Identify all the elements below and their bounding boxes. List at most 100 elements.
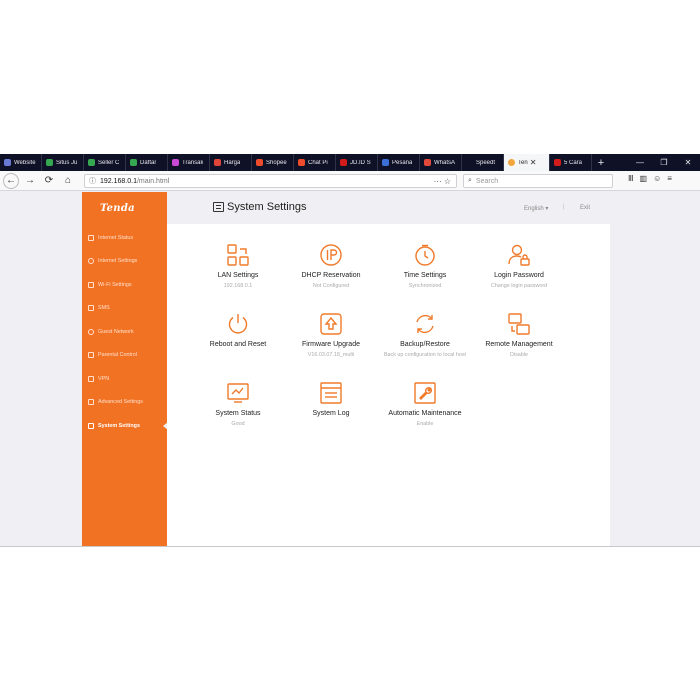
card-login-password[interactable]: Login Password Change login password <box>469 244 569 290</box>
minimize-icon[interactable]: — <box>628 154 652 171</box>
card-title: Remote Management <box>485 341 553 348</box>
vpn-icon <box>88 376 94 382</box>
favicon-icon <box>340 159 347 166</box>
sidebar-item-label: Internet Settings <box>98 258 138 264</box>
info-lock-icon[interactable]: ⓘ <box>89 176 96 186</box>
new-tab-button[interactable]: + <box>592 154 610 171</box>
tab-label: Daftar <box>140 159 157 166</box>
browser-tab[interactable]: Pesana <box>378 154 420 171</box>
advanced-icon <box>88 399 94 405</box>
sidebar-item-sms[interactable]: SMS <box>88 301 167 315</box>
search-input[interactable]: ⌕ Search <box>463 174 613 188</box>
card-subtitle: Enable <box>416 421 434 427</box>
page-background-left <box>0 192 82 547</box>
chevron-down-icon: ▾ <box>545 206 549 212</box>
tab-label: Transak <box>182 159 204 166</box>
search-icon: ⌕ <box>468 177 472 184</box>
browser-tab[interactable]: Website <box>0 154 42 171</box>
browser-tab[interactable]: WhatsA <box>420 154 462 171</box>
back-icon[interactable]: ← <box>3 172 19 189</box>
page-title: System Settings <box>227 201 307 213</box>
forward-icon[interactable]: → <box>22 173 38 189</box>
card-subtitle: Not Configured <box>312 283 350 289</box>
card-backup-restore[interactable]: Backup/Restore Back up configuration to … <box>375 313 475 359</box>
sidebar-item-label: Advanced Settings <box>98 399 143 405</box>
favicon-icon <box>424 159 431 166</box>
browser-tab[interactable]: Harga <box>210 154 252 171</box>
card-subtitle: Disable <box>510 352 528 358</box>
card-firmware-upgrade[interactable]: Firmware Upgrade V16.03.07.18_multi <box>281 313 381 359</box>
home-icon[interactable]: ⌂ <box>60 173 76 189</box>
card-remote-management[interactable]: Remote Management Disable <box>469 313 569 359</box>
sidebar-item-internet-status[interactable]: Internet Status <box>88 231 167 245</box>
browser-tab[interactable]: Daftar <box>126 154 168 171</box>
message-icon <box>88 305 94 311</box>
sidebar-item-system-settings[interactable]: System Settings <box>88 419 168 433</box>
language-select[interactable]: English ▾ <box>524 205 548 212</box>
browser-tab[interactable]: Speedt <box>462 154 504 171</box>
favicon-icon <box>214 159 221 166</box>
status-icon <box>88 235 94 241</box>
favicon-icon <box>382 159 389 166</box>
browser-tab[interactable]: Shopee <box>252 154 294 171</box>
sidebar-item-parental-control[interactable]: Parental Control <box>88 348 167 362</box>
exit-link[interactable]: Exit <box>580 205 590 211</box>
card-title: Automatic Maintenance <box>388 410 462 417</box>
browser-tab[interactable]: Situs Ju <box>42 154 84 171</box>
url-host: 192.168.0.1 <box>100 177 137 185</box>
close-tab-icon[interactable]: ✕ <box>530 158 537 167</box>
browser-tab[interactable]: Seller C <box>84 154 126 171</box>
card-dhcp-reservation[interactable]: DHCP Reservation Not Configured <box>281 244 381 290</box>
remote-icon <box>508 313 530 335</box>
tab-label: Website <box>14 159 36 166</box>
card-system-log[interactable]: System Log <box>281 382 381 420</box>
card-title: System Log <box>312 410 350 417</box>
sidebar-item-label: Guest Network <box>98 329 134 335</box>
page-actions-icon[interactable]: ··· ☆ <box>434 177 456 186</box>
window-bottom-edge <box>0 546 700 547</box>
browser-tab[interactable]: JD.ID S <box>336 154 378 171</box>
tenda-logo: Tenda <box>100 203 135 214</box>
sidebar-icon[interactable]: ▥ <box>640 174 648 183</box>
settings-sliders-icon <box>213 202 224 212</box>
sidebar-item-vpn[interactable]: VPN <box>88 372 167 386</box>
window-controls: — ❐ ✕ <box>628 154 700 171</box>
close-window-icon[interactable]: ✕ <box>676 154 700 171</box>
card-lan-settings[interactable]: LAN Settings 192.168.0.1 <box>188 244 288 290</box>
reload-icon[interactable]: ⟳ <box>41 173 57 189</box>
library-icon[interactable]: Ⅲ <box>628 174 634 183</box>
browser-tab[interactable]: Chat Pi <box>294 154 336 171</box>
card-title: Firmware Upgrade <box>302 341 360 348</box>
wrench-icon <box>414 382 436 404</box>
card-system-status[interactable]: System Status Good <box>188 382 288 428</box>
favicon-icon <box>298 159 305 166</box>
card-title: DHCP Reservation <box>301 272 361 279</box>
sidebar-item-internet-settings[interactable]: Internet Settings <box>88 254 167 268</box>
card-reboot-and-reset[interactable]: Reboot and Reset <box>188 313 288 351</box>
card-automatic-maintenance[interactable]: Automatic Maintenance Enable <box>375 382 475 428</box>
tab-label: Ten <box>518 159 528 166</box>
browser-tab[interactable]: 5 Cara <box>550 154 592 171</box>
address-bar[interactable]: ⓘ 192.168.0.1/main.html ··· ☆ <box>84 174 457 188</box>
clock-icon <box>414 244 436 266</box>
guest-icon <box>88 329 94 335</box>
active-browser-tab[interactable]: Ten ✕ <box>504 154 550 171</box>
navigation-bar: ← → ⟳ ⌂ ⓘ 192.168.0.1/main.html ··· ☆ ⌕ … <box>0 171 700 191</box>
sidebar-item-guest-network[interactable]: Guest Network <box>88 325 167 339</box>
page-background-right <box>610 192 700 547</box>
card-time-settings[interactable]: Time Settings Synchronized <box>375 244 475 290</box>
sidebar-item-advanced-settings[interactable]: Advanced Settings <box>88 395 167 409</box>
settings-grid: LAN Settings 192.168.0.1 DHCP Reservatio… <box>167 224 610 547</box>
card-subtitle: Good <box>231 421 245 427</box>
card-title: Backup/Restore <box>400 341 450 348</box>
tab-label: Speedt <box>476 159 496 166</box>
browser-tab[interactable]: Transak <box>168 154 210 171</box>
sidebar-item-label: SMS <box>98 305 110 311</box>
card-subtitle: V16.03.07.18_multi <box>307 352 355 358</box>
restore-icon[interactable]: ❐ <box>652 154 676 171</box>
card-subtitle: 192.168.0.1 <box>223 283 253 289</box>
menu-icon[interactable]: ≡ <box>667 174 672 183</box>
tab-label: JD.ID S <box>350 159 371 166</box>
account-icon[interactable]: ☺ <box>653 174 661 183</box>
sidebar-item-wifi-settings[interactable]: Wi-Fi Settings <box>88 278 167 292</box>
